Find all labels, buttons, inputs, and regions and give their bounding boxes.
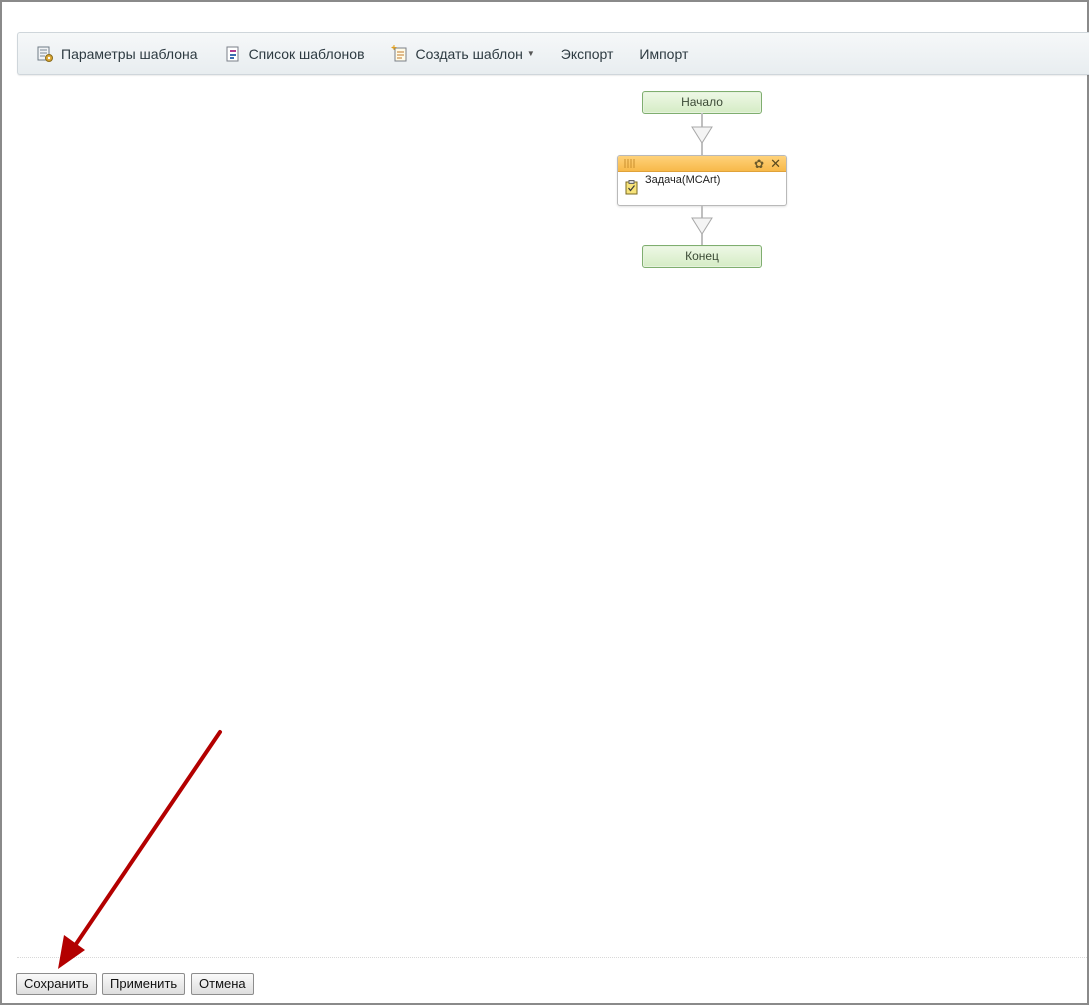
start-node[interactable]: Начало xyxy=(642,91,762,114)
end-node[interactable]: Конец xyxy=(642,245,762,268)
end-node-label: Конец xyxy=(685,249,719,263)
template-list-button[interactable]: Список шаблонов xyxy=(224,33,365,74)
toolbar: Параметры шаблона Список шаблонов Создат… xyxy=(17,32,1089,75)
apply-button[interactable]: Применить xyxy=(102,973,186,995)
toolbar-item-label: Параметры шаблона xyxy=(61,45,198,62)
task-body: Задача(MCArt) xyxy=(618,172,786,206)
flow-arrow-icon xyxy=(691,126,713,144)
connector-line xyxy=(701,143,703,155)
gear-icon[interactable]: ✿ xyxy=(754,157,764,171)
footer-divider xyxy=(17,957,1087,958)
flow-arrow-icon xyxy=(691,217,713,235)
toolbar-item-label: Импорт xyxy=(639,45,689,62)
start-node-label: Начало xyxy=(681,95,723,109)
page-frame: Параметры шаблона Список шаблонов Создат… xyxy=(0,0,1089,1005)
create-template-button[interactable]: Создать шаблон ▼ xyxy=(391,33,535,74)
template-settings-icon xyxy=(36,45,54,63)
import-button[interactable]: Импорт xyxy=(639,33,688,74)
task-header[interactable]: ✿ ✕ xyxy=(618,156,786,172)
template-list-icon xyxy=(224,45,242,63)
task-title: Задача(MCArt) xyxy=(645,174,721,186)
export-button[interactable]: Экспорт xyxy=(561,33,614,74)
template-settings-button[interactable]: Параметры шаблона xyxy=(36,33,198,74)
create-template-icon xyxy=(391,44,409,63)
chevron-down-icon: ▼ xyxy=(526,49,535,58)
save-button[interactable]: Сохранить xyxy=(16,973,97,995)
close-icon[interactable]: ✕ xyxy=(770,156,781,172)
toolbar-item-label: Список шаблонов xyxy=(248,45,365,62)
toolbar-item-label: Создать шаблон xyxy=(415,45,523,62)
task-clipboard-icon xyxy=(625,180,638,195)
drag-handle-icon[interactable] xyxy=(624,159,638,168)
cancel-button[interactable]: Отмена xyxy=(191,973,254,995)
toolbar-item-label: Экспорт xyxy=(560,45,614,62)
task-activity[interactable]: ✿ ✕ Задача(MCArt) xyxy=(617,155,787,206)
connector-line xyxy=(701,113,703,127)
